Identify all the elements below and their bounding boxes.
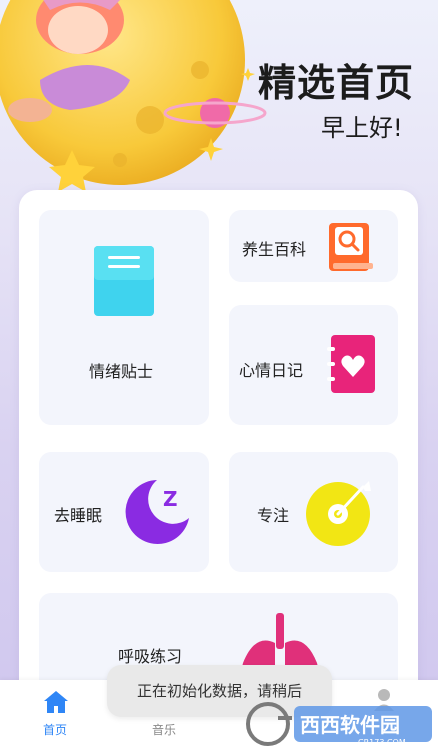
watermark-logo: 西西软件园 CR173.COM [246,702,432,747]
heart-notebook-icon [327,335,375,393]
target-icon [306,481,371,546]
moon-icon: Z [125,480,189,544]
nav-label-music: 音乐 [151,723,176,737]
mood-diary-label: 心情日记 [239,361,304,380]
focus-card[interactable]: 专注 [229,452,398,572]
health-wiki-label: 养生百科 [242,240,307,259]
go-sleep-card[interactable]: 去睡眠 Z [39,452,209,572]
nav-label-home: 首页 [42,723,67,737]
feature-panel: 情绪贴士 养生百科 心情日记 去睡眠 Z 专注 呼吸练习 [19,190,418,730]
svg-text:CR173.COM: CR173.COM [358,738,406,747]
focus-label: 专注 [257,506,290,525]
breathing-label: 呼吸练习 [118,647,183,666]
greeting-text: 早上好! [321,114,403,142]
note-icon [94,246,154,316]
go-sleep-label: 去睡眠 [54,506,103,525]
book-search-icon [329,223,373,271]
emotion-tips-label: 情绪贴士 [89,362,154,381]
health-wiki-card[interactable]: 养生百科 [229,210,398,282]
svg-text:西西软件园: 西西软件园 [300,713,400,737]
page-title: 精选首页 [258,61,415,105]
home-icon [44,691,68,713]
emotion-tips-card[interactable]: 情绪贴士 [39,210,209,425]
mood-diary-card[interactable]: 心情日记 [229,305,398,425]
svg-text:Z: Z [163,487,178,511]
nav-item-home[interactable]: 首页 [20,680,90,747]
